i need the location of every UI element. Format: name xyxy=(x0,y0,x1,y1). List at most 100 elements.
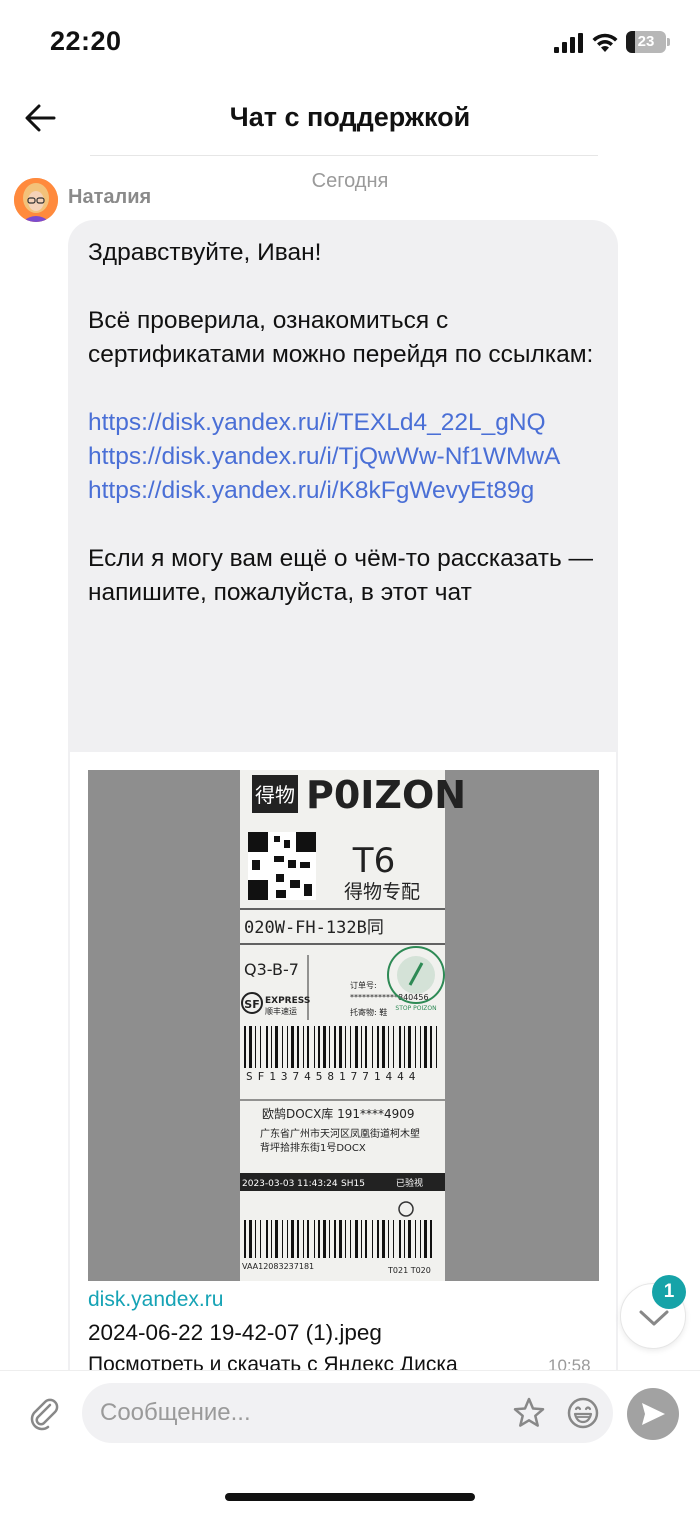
signal-icon xyxy=(554,33,583,53)
paperclip-icon[interactable] xyxy=(26,1395,62,1431)
header-divider xyxy=(90,155,598,156)
label-goods: 托寄物: 鞋 xyxy=(350,1007,387,1017)
message-blank-line xyxy=(88,372,608,406)
label-order-no: ************840456 xyxy=(350,993,429,1002)
message-greeting: Здравствуйте, Иван! xyxy=(88,239,322,266)
barcode-bar xyxy=(307,1220,309,1258)
barcode-bar xyxy=(266,1026,268,1068)
barcode-bar xyxy=(297,1220,299,1258)
page-title: Чат с поддержкой xyxy=(229,102,471,132)
status-bar: 22:20 23 xyxy=(0,0,700,84)
preview-image[interactable]: 得物 P0IZON T6 得物专配 020W-FH-132B同 Q3-B-7 订… xyxy=(88,770,599,1281)
barcode-bar xyxy=(404,1026,405,1068)
barcode-bar xyxy=(377,1220,379,1258)
label-carrier: EXPRESS xyxy=(265,996,310,1006)
battery-cap xyxy=(667,38,670,46)
barcode-bar xyxy=(404,1220,405,1258)
barcode-bar xyxy=(318,1220,320,1258)
barcode-bar xyxy=(282,1220,283,1258)
avatar[interactable] xyxy=(14,178,58,222)
barcode-bar xyxy=(282,1026,283,1068)
barcode-bar xyxy=(382,1026,385,1068)
barcode-bar xyxy=(424,1220,427,1258)
barcode-bar xyxy=(350,1026,351,1068)
message-text: Здравствуйте, Иван! Всё проверила, ознак… xyxy=(88,236,608,610)
preview-domain-link[interactable]: disk.yandex.ru xyxy=(88,1288,223,1312)
barcode-bar xyxy=(430,1220,432,1258)
barcode-bar xyxy=(334,1026,336,1068)
barcode-bar xyxy=(361,1026,362,1068)
battery-indicator: 23 xyxy=(626,31,670,53)
barcode-bar xyxy=(297,1026,299,1068)
barcode-bar xyxy=(323,1026,326,1068)
barcode-bar xyxy=(260,1220,261,1258)
barcode-bar xyxy=(271,1026,272,1068)
barcode-bar xyxy=(303,1026,304,1068)
label-code: T6 xyxy=(352,841,395,881)
barcode-bar xyxy=(249,1220,252,1258)
message-body: Всё проверила, ознакомиться с сертификат… xyxy=(88,307,594,368)
barcode-bar xyxy=(255,1026,256,1068)
label-address-2: 背坪拾排东街1号DOCX xyxy=(260,1141,366,1154)
label-sort: Q3-B-7 xyxy=(244,960,299,979)
barcode-bar xyxy=(388,1026,389,1068)
barcode-bar xyxy=(361,1220,362,1258)
send-button[interactable] xyxy=(627,1388,679,1440)
barcode-bar xyxy=(377,1026,379,1068)
home-indicator xyxy=(225,1493,475,1501)
barcode-bar xyxy=(329,1026,330,1068)
label-subtitle: 得物专配 xyxy=(344,881,420,903)
barcode-bar xyxy=(393,1220,394,1258)
unread-badge: 1 xyxy=(652,1275,686,1309)
barcode-bar xyxy=(244,1220,246,1258)
wifi-icon xyxy=(592,33,618,52)
barcode-bar xyxy=(372,1026,373,1068)
barcode-bar xyxy=(415,1026,416,1068)
barcode-bar xyxy=(291,1220,294,1258)
label-check: 已验视 xyxy=(396,1177,423,1189)
barcode-bar xyxy=(323,1220,326,1258)
barcode-bar xyxy=(339,1220,342,1258)
barcode-bar xyxy=(271,1220,272,1258)
label-carrier-cn: 顺丰速运 xyxy=(265,1006,297,1016)
send-arrow-icon xyxy=(642,1403,665,1425)
barcode-bar xyxy=(345,1220,346,1258)
barcode-bar xyxy=(287,1220,288,1258)
preview-filename: 2024-06-22 19-42-07 (1).jpeg xyxy=(88,1320,382,1345)
barcode-bar xyxy=(314,1220,315,1258)
barcode-bar xyxy=(339,1026,342,1068)
barcode-bar xyxy=(287,1026,288,1068)
barcode-bar xyxy=(291,1026,294,1068)
barcode-bar xyxy=(266,1220,268,1258)
barcode-bar xyxy=(388,1220,389,1258)
qr-code xyxy=(248,832,316,900)
barcode-bar xyxy=(329,1220,330,1258)
barcode-bar xyxy=(249,1026,252,1068)
barcode-bar xyxy=(307,1026,309,1068)
message-blank-line xyxy=(88,270,608,304)
barcode-bar xyxy=(430,1026,432,1068)
barcode-bar xyxy=(382,1220,385,1258)
barcode-bar xyxy=(372,1220,373,1258)
label-address-1: 广东省广州市天河区凤凰街道柯木塱 xyxy=(260,1127,420,1140)
barcode-bar xyxy=(408,1220,411,1258)
shipping-label-photo: 得物 P0IZON T6 得物专配 020W-FH-132B同 Q3-B-7 订… xyxy=(88,770,599,1281)
barcode-bar xyxy=(365,1026,367,1068)
barcode-bar xyxy=(355,1026,358,1068)
sender-name: Наталия xyxy=(68,186,152,208)
message-link[interactable]: https://disk.yandex.ru/i/TjQwWw-Nf1WMwA xyxy=(88,440,608,474)
label-order-label: 订单号: xyxy=(350,980,377,990)
barcode-bar xyxy=(318,1026,320,1068)
barcode-bar xyxy=(303,1220,304,1258)
label-footer: T021 T020 xyxy=(387,1266,431,1275)
status-time: 22:20 xyxy=(50,26,122,56)
message-link[interactable]: https://disk.yandex.ru/i/TEXLd4_22L_gNQ xyxy=(88,406,608,440)
star-icon[interactable] xyxy=(511,1395,547,1431)
barcode-bar xyxy=(244,1026,246,1068)
barcode-bar xyxy=(355,1220,358,1258)
message-link[interactable]: https://disk.yandex.ru/i/K8kFgWevyEt89g xyxy=(88,474,608,508)
barcode-bar xyxy=(345,1026,346,1068)
barcode-bar xyxy=(436,1026,437,1068)
emoji-icon[interactable] xyxy=(565,1395,601,1431)
barcode-bar xyxy=(420,1026,421,1068)
